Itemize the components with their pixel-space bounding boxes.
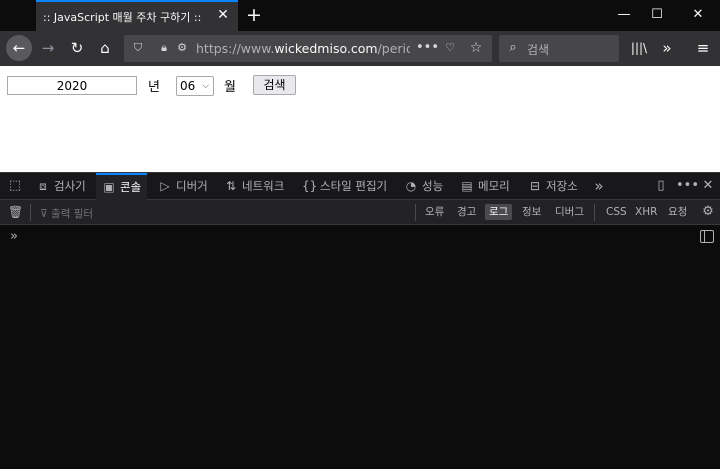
divider — [415, 204, 416, 221]
tab-memory-label: 메모리 — [478, 179, 510, 193]
overflow-icon[interactable]: » — [654, 35, 680, 61]
devtools-toolbar: ⬚ ⧈ 검사기 ▣ 콘솔 ▷ 디버거 ⇅ 네트워크 {} 스타일 편집기 ◔ 성능 ▤ 메모리… — [0, 172, 720, 200]
url-path: /period_ — [377, 41, 410, 56]
permissions-icon[interactable]: ⚙ — [174, 40, 190, 56]
debugger-icon: ▷ — [160, 179, 170, 193]
devtools-close-icon[interactable]: ✕ — [699, 177, 717, 195]
level-info[interactable]: 정보 — [518, 204, 545, 220]
divider — [594, 204, 595, 221]
filter-input[interactable]: ⊽ 출력 필터 — [40, 206, 93, 221]
filter-requests[interactable]: 요청 — [664, 204, 691, 220]
lock-icon[interactable]: 🔒︎ — [156, 40, 172, 56]
tab-memory[interactable]: ▤ 메모리 — [460, 173, 510, 200]
filter-placeholder: 출력 필터 — [51, 208, 94, 220]
style-editor-icon: {} — [302, 179, 318, 193]
tab-debugger-label: 디버거 — [176, 179, 208, 193]
month-label: 월 — [224, 80, 236, 95]
month-value: 06 — [180, 79, 196, 93]
search-bar[interactable]: ⌕ 검색 — [499, 35, 619, 62]
tab-style-editor-label: 스타일 편집기 — [320, 179, 388, 193]
tab-title: :: JavaScript 매월 주차 구하기 :: — [43, 11, 202, 24]
inspector-icon: ⧈ — [39, 179, 47, 193]
url-domain: wickedmiso.com — [274, 41, 378, 56]
tab-inspector-label: 검사기 — [54, 179, 86, 193]
level-log[interactable]: 로그 — [485, 204, 513, 220]
search-button[interactable]: 검색 — [253, 75, 296, 95]
maximize-icon[interactable]: ☐ — [645, 4, 669, 26]
url-bar[interactable]: ⛉ 🔒︎ ⚙ https://www.wickedmiso.com/period… — [124, 35, 492, 62]
hamburger-menu-icon[interactable]: ≡ — [690, 35, 716, 61]
tab-network[interactable]: ⇅ 네트워크 — [224, 173, 284, 200]
window-close-icon[interactable]: ✕ — [686, 4, 710, 26]
star-icon[interactable]: ☆ — [468, 40, 484, 56]
filter-xhr[interactable]: XHR — [631, 204, 661, 220]
console-output[interactable]: » — [0, 225, 720, 469]
divider — [30, 204, 31, 221]
forward-arrow-icon[interactable]: → — [35, 35, 61, 61]
settings-gear-icon[interactable]: ⚙ — [699, 203, 717, 221]
back-arrow-icon[interactable]: ← — [6, 35, 32, 61]
trash-icon[interactable]: 🗑︎ — [8, 205, 23, 219]
close-icon[interactable]: ✕ — [215, 7, 231, 23]
tab-console-label: 콘솔 — [120, 180, 142, 194]
level-error[interactable]: 오류 — [421, 204, 448, 220]
url-text[interactable]: https://www.wickedmiso.com/period_ — [196, 41, 410, 56]
performance-icon: ◔ — [405, 179, 417, 193]
more-tabs-icon[interactable]: » — [590, 177, 608, 195]
reload-icon[interactable]: ↻ — [64, 35, 90, 61]
filter-css[interactable]: CSS — [602, 204, 631, 220]
month-select[interactable]: 06 ⌵ — [176, 76, 214, 96]
tab-performance[interactable]: ◔ 성능 — [404, 173, 443, 200]
level-warning[interactable]: 경고 — [453, 204, 480, 220]
page-content: 년 06 ⌵ 월 검색 — [0, 66, 720, 172]
tab-bar: :: JavaScript 매월 주차 구하기 :: ✕ + — ☐ ✕ — [0, 0, 720, 31]
tab-style-editor[interactable]: {} 스타일 편집기 — [302, 173, 387, 200]
filter-icon: ⊽ — [40, 208, 52, 220]
sidebar-toggle-icon[interactable] — [700, 230, 714, 243]
tab-storage-label: 저장소 — [546, 179, 578, 193]
search-placeholder: 검색 — [527, 43, 550, 57]
home-icon[interactable]: ⌂ — [92, 35, 118, 61]
tab-storage[interactable]: ⊟ 저장소 — [528, 173, 578, 200]
tab-performance-label: 성능 — [422, 179, 444, 193]
browser-tab[interactable]: :: JavaScript 매월 주차 구하기 :: ✕ — [36, 0, 238, 31]
more-icon[interactable]: ••• — [416, 40, 439, 56]
memory-icon: ▤ — [461, 179, 473, 193]
plus-icon[interactable]: + — [244, 4, 264, 26]
year-input[interactable] — [7, 76, 137, 95]
element-picker-icon[interactable]: ⬚ — [6, 177, 24, 195]
navigation-bar: ← → ↻ ⌂ ⛉ 🔒︎ ⚙ https://www.wickedmiso.co… — [0, 31, 720, 66]
console-filter-bar: 🗑︎ ⊽ 출력 필터 오류 경고 로그 정보 디버그 CSS XHR 요청 ⚙ — [0, 200, 720, 225]
responsive-design-icon[interactable]: ▯ — [652, 177, 670, 195]
search-icon: ⌕ — [509, 40, 517, 55]
tab-debugger[interactable]: ▷ 디버거 — [158, 173, 208, 200]
tab-network-label: 네트워크 — [242, 179, 285, 193]
chevron-down-icon: ⌵ — [202, 81, 209, 91]
tab-inspector[interactable]: ⧈ 검사기 — [36, 173, 86, 200]
devtools-menu-icon[interactable]: ••• — [676, 177, 699, 195]
minimize-icon[interactable]: — — [612, 4, 636, 26]
shield-icon[interactable]: ⛉ — [130, 40, 146, 56]
pocket-icon[interactable]: ♡ — [442, 40, 458, 56]
level-debug[interactable]: 디버그 — [551, 204, 588, 220]
storage-icon: ⊟ — [529, 179, 541, 193]
network-icon: ⇅ — [225, 179, 237, 193]
console-icon: ▣ — [103, 180, 115, 194]
year-label: 년 — [148, 80, 160, 95]
library-icon[interactable]: |||\ — [626, 35, 652, 61]
console-prompt[interactable]: » — [10, 229, 18, 244]
url-prefix: https://www. — [196, 41, 275, 56]
tab-console[interactable]: ▣ 콘솔 — [96, 173, 148, 200]
